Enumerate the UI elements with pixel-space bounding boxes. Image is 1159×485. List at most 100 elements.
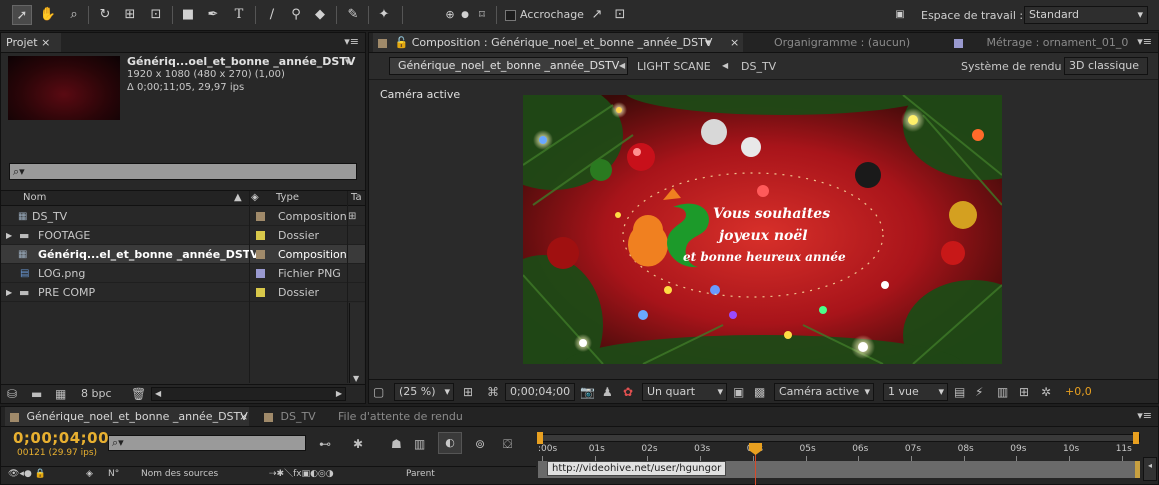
roto-brush-tool-icon[interactable]: ✎ xyxy=(343,5,363,25)
timeline-zoom-slider[interactable]: ◂ xyxy=(1143,457,1157,481)
exposure-icon[interactable]: ✲ xyxy=(1041,384,1051,400)
mask-visibility-icon[interactable]: ⌘ xyxy=(487,384,499,400)
col-number-header[interactable]: N° xyxy=(108,467,119,481)
lock-icon[interactable]: 🔓 xyxy=(395,36,412,49)
time-ruler[interactable]: :00s01s02s03s04s05s06s07s08s09s10s11s xyxy=(538,442,1140,462)
list-item[interactable]: ▤ LOG.png Fichier PNG xyxy=(1,264,365,283)
timeline-search-input[interactable]: ⌕▾ xyxy=(108,435,306,451)
trash-icon[interactable]: 🗑 xyxy=(131,386,146,402)
rotate-tool-icon[interactable]: ↻ xyxy=(95,5,115,25)
comp-menu-icon[interactable]: ▾ xyxy=(345,55,351,68)
tab-composition[interactable]: 🔓 Composition : Générique_noel_et_bonne … xyxy=(373,33,743,52)
safe-margins-icon[interactable]: ⊞ xyxy=(463,384,473,400)
expand-arrow-icon[interactable]: ▶ xyxy=(6,226,12,245)
camera-dropdown[interactable]: Caméra active ▾ xyxy=(774,383,874,401)
pen-tool-icon[interactable]: ✒ xyxy=(203,5,223,25)
snap-checkbox[interactable] xyxy=(505,10,516,21)
clone-stamp-tool-icon[interactable]: ⚲ xyxy=(286,5,306,25)
work-area-bar[interactable] xyxy=(538,434,1140,442)
av-features-icon[interactable]: 👁◂● 🔒 xyxy=(8,467,46,481)
col-source-name-header[interactable]: Nom des sources xyxy=(141,467,218,481)
interpret-footage-icon[interactable]: ⛁ xyxy=(7,386,17,402)
fast-previews-icon[interactable]: ⚡ xyxy=(975,384,983,400)
panel-menu-icon[interactable]: ▾≡ xyxy=(344,35,359,48)
panel-menu-icon[interactable]: ▾≡ xyxy=(1137,35,1152,48)
selection-tool-icon[interactable]: ➚ xyxy=(12,5,32,25)
rectangle-tool-icon[interactable]: ■ xyxy=(178,5,198,25)
resolution-dropdown[interactable]: Un quart ▾ xyxy=(642,383,727,401)
list-item[interactable]: ▶ ▬ PRE COMP Dossier xyxy=(1,283,365,302)
always-preview-icon[interactable]: ▢ xyxy=(373,384,384,400)
bit-depth[interactable]: 8 bpc xyxy=(81,387,112,400)
snap-icon[interactable]: ↗ xyxy=(587,5,607,25)
scroll-down-icon[interactable]: ▼ xyxy=(353,374,359,383)
switches-icon[interactable]: ⇢✱＼fx▣◐◎◑ xyxy=(269,467,334,481)
tab-timeline-main[interactable]: Générique_noel_et_bonne _année_DSTV × xyxy=(5,407,249,426)
tab-project[interactable]: Projet × xyxy=(1,33,61,52)
new-folder-icon[interactable]: ▬ xyxy=(31,386,42,402)
project-search-input[interactable]: ⌕▾ xyxy=(9,163,357,180)
breadcrumb-item-active[interactable]: Générique_noel_et_bonne _année_DSTV xyxy=(389,57,629,75)
vertical-scrollbar[interactable]: ▼ xyxy=(349,303,364,383)
tab-flowchart[interactable]: Organigramme : (aucun) xyxy=(769,33,915,52)
expand-arrow-icon[interactable]: ▶ xyxy=(6,283,12,302)
horizontal-scrollbar[interactable]: ◀ ▶ xyxy=(151,387,346,401)
new-composition-icon[interactable]: ▦ xyxy=(55,386,66,402)
list-item-selected[interactable]: ▦ Génériq...el_et_bonne _année_DSTV Comp… xyxy=(1,245,365,264)
tab-footage[interactable]: Métrage : ornament_01_0 xyxy=(949,33,1133,52)
label-swatch[interactable] xyxy=(256,288,265,297)
region-of-interest-icon[interactable]: ▣ xyxy=(733,384,744,400)
close-icon[interactable]: × xyxy=(730,33,739,52)
tab-render-queue[interactable]: File d'attente de rendu xyxy=(333,407,468,426)
chevron-down-icon[interactable]: ▾ xyxy=(705,33,711,52)
label-tag-icon[interactable]: ◈ xyxy=(251,191,259,205)
draft-3d-icon[interactable]: ✱ xyxy=(353,436,363,452)
timecode-field[interactable]: 0;00;04;00 xyxy=(505,383,575,401)
tab-timeline-ds-tv[interactable]: DS_TV xyxy=(259,407,321,426)
list-item[interactable]: ▦ DS_TV Composition ⊞ xyxy=(1,207,365,226)
frame-blending-icon[interactable]: ▥ xyxy=(414,436,425,452)
brush-tool-icon[interactable]: ∕ xyxy=(262,5,282,25)
zoom-dropdown[interactable]: (25 %) ▾ xyxy=(394,383,454,401)
exposure-value[interactable]: +0,0 xyxy=(1065,385,1092,398)
eraser-tool-icon[interactable]: ◆ xyxy=(310,5,330,25)
label-swatch[interactable] xyxy=(256,212,265,221)
layer-out-point[interactable] xyxy=(1135,461,1140,478)
zoom-tool-icon[interactable]: ⌕ xyxy=(64,5,84,25)
views-dropdown[interactable]: 1 vue ▾ xyxy=(883,383,948,401)
label-swatch[interactable] xyxy=(256,231,265,240)
brainstorm-icon[interactable]: ⛋ xyxy=(503,436,512,452)
view-axis-icon[interactable]: ⌑ xyxy=(472,5,492,25)
breadcrumb-item[interactable]: DS_TV xyxy=(741,60,776,73)
hand-tool-icon[interactable]: ✋ xyxy=(38,5,58,25)
transparency-grid-icon[interactable]: ▩ xyxy=(754,384,765,400)
snap-frame-icon[interactable]: ⊡ xyxy=(610,5,630,25)
label-swatch[interactable] xyxy=(256,250,265,259)
shy-layers-icon[interactable]: ☗ xyxy=(391,436,402,452)
channel-icon[interactable]: ✿ xyxy=(623,384,633,400)
snapshot-icon[interactable]: 📷 xyxy=(580,384,595,400)
workspace-dropdown[interactable]: Standard ▾ xyxy=(1024,6,1148,24)
flowchart-icon[interactable]: ⊞ xyxy=(1019,384,1029,400)
col-extra-header[interactable]: Ta xyxy=(351,191,362,205)
col-name-header[interactable]: Nom xyxy=(23,191,46,205)
toggle-pixel-aspect-icon[interactable]: ▤ xyxy=(954,384,965,400)
label-swatch[interactable] xyxy=(256,269,265,278)
scroll-left-icon[interactable]: ◀ xyxy=(155,388,161,400)
timeline-timecode[interactable]: 0;00;04;00 xyxy=(13,429,109,447)
pan-behind-tool-icon[interactable]: ⊡ xyxy=(146,5,166,25)
col-type-header[interactable]: Type xyxy=(276,191,299,205)
close-icon[interactable]: × xyxy=(239,407,248,426)
breadcrumb-item[interactable]: LIGHT SCANE xyxy=(637,60,711,73)
text-tool-icon[interactable]: T xyxy=(229,5,249,25)
list-item[interactable]: ▶ ▬ FOOTAGE Dossier xyxy=(1,226,365,245)
panel-menu-icon[interactable]: ▾≡ xyxy=(1137,409,1152,422)
col-parent-header[interactable]: Parent xyxy=(406,467,435,481)
motion-blur-button[interactable]: ◐ xyxy=(438,432,462,454)
graph-editor-icon[interactable]: ⊚ xyxy=(475,436,485,452)
scroll-right-icon[interactable]: ▶ xyxy=(336,388,342,400)
renderer-dropdown[interactable]: 3D classique xyxy=(1064,57,1148,75)
sort-up-icon[interactable]: ▲ xyxy=(234,191,242,205)
comp-mini-flowchart-icon[interactable]: ⊷ xyxy=(319,436,331,452)
composition-frame[interactable]: Vous souhaites joyeux noël et bonne heur… xyxy=(523,95,1002,364)
